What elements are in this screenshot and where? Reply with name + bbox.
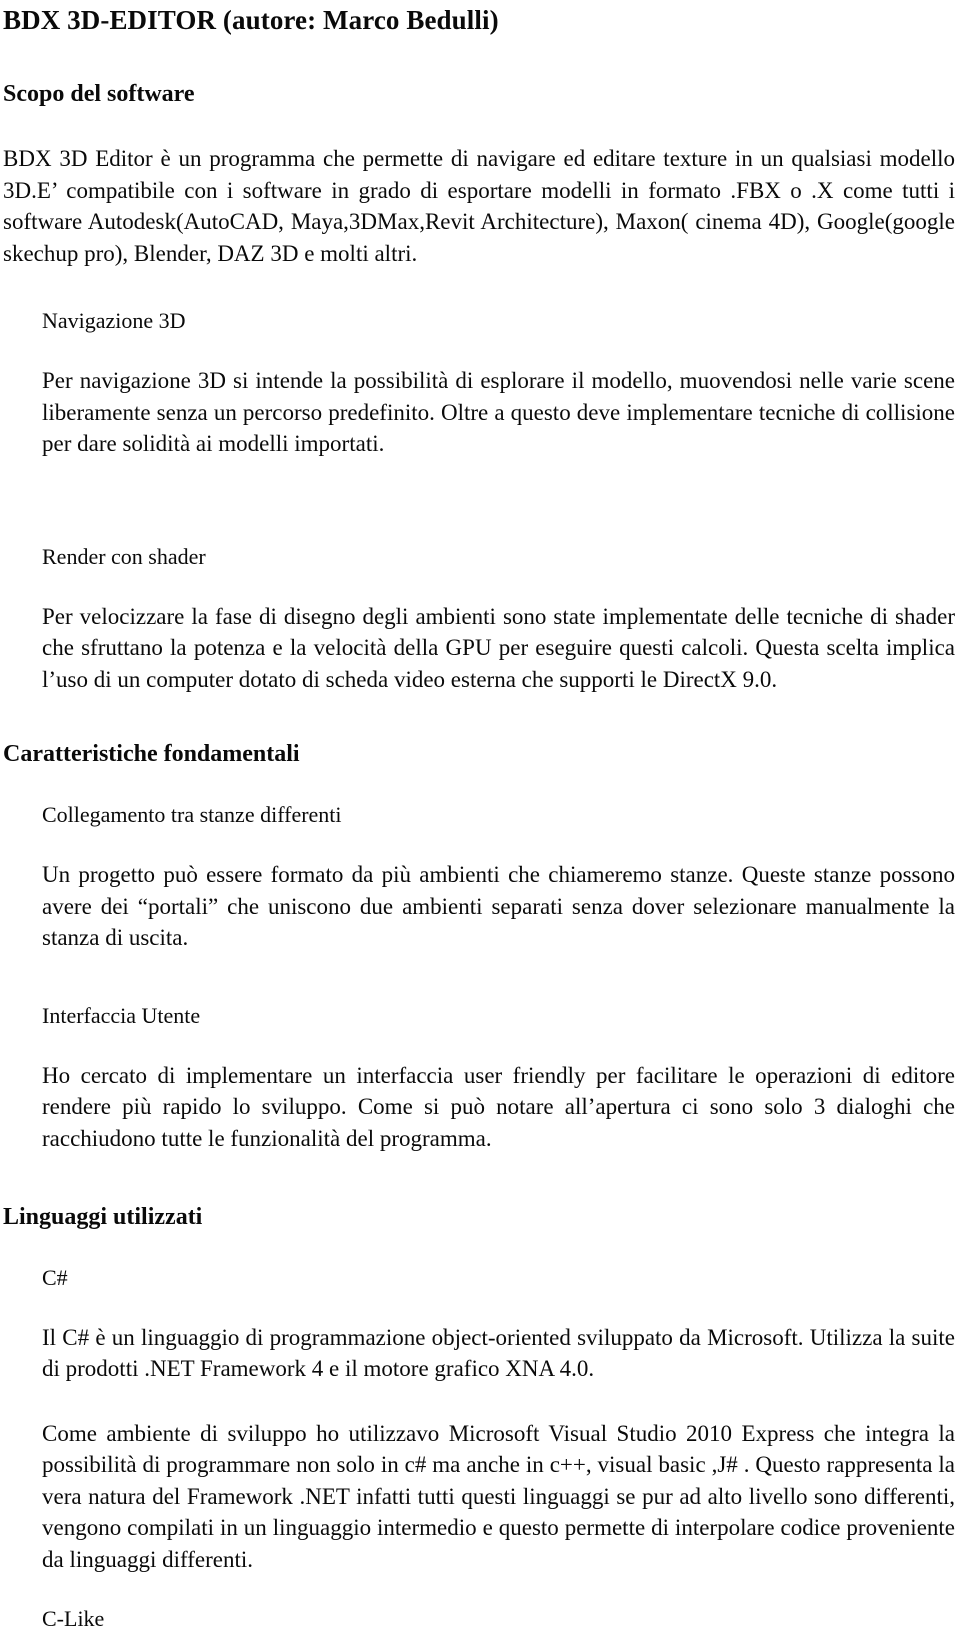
paragraph-navigazione-3d: Per navigazione 3D si intende la possibi… [42,368,955,457]
paragraph-collegamento-tra-stanze: Un progetto può essere formato da più am… [42,862,955,951]
subheading-c-like: C-Like [42,1606,105,1631]
section-heading-linguaggi-utilizzati: Linguaggi utilizzati [3,1204,203,1231]
document-page: BDX 3D-EDITOR (autore: Marco Bedulli) Sc… [0,0,960,1631]
subheading-csharp: C# [42,1264,68,1290]
subheading-navigazione-3d: Navigazione 3D [42,308,186,334]
paragraph-csharp-ambiente-sviluppo: Come ambiente di sviluppo ho utilizzavo … [42,1420,955,1572]
paragraph-render-con-shader: Per velocizzare la fase di disegno degli… [42,603,955,692]
paragraph-interfaccia-utente: Ho cercato di implementare un interfacci… [42,1062,955,1151]
subheading-render-con-shader: Render con shader [42,543,206,569]
paragraph-scopo-intro: BDX 3D Editor è un programma che permett… [3,146,955,266]
section-heading-scopo-del-software: Scopo del software [3,80,195,107]
subheading-interfaccia-utente: Interfaccia Utente [42,1002,201,1028]
document-title: BDX 3D-EDITOR (autore: Marco Bedulli) [3,5,499,35]
paragraph-csharp-intro: Il C# è un linguaggio di programmazione … [42,1324,955,1382]
subheading-collegamento-tra-stanze-differenti: Collegamento tra stanze differenti [42,801,342,827]
section-heading-caratteristiche-fondamentali: Caratteristiche fondamentali [3,741,300,768]
